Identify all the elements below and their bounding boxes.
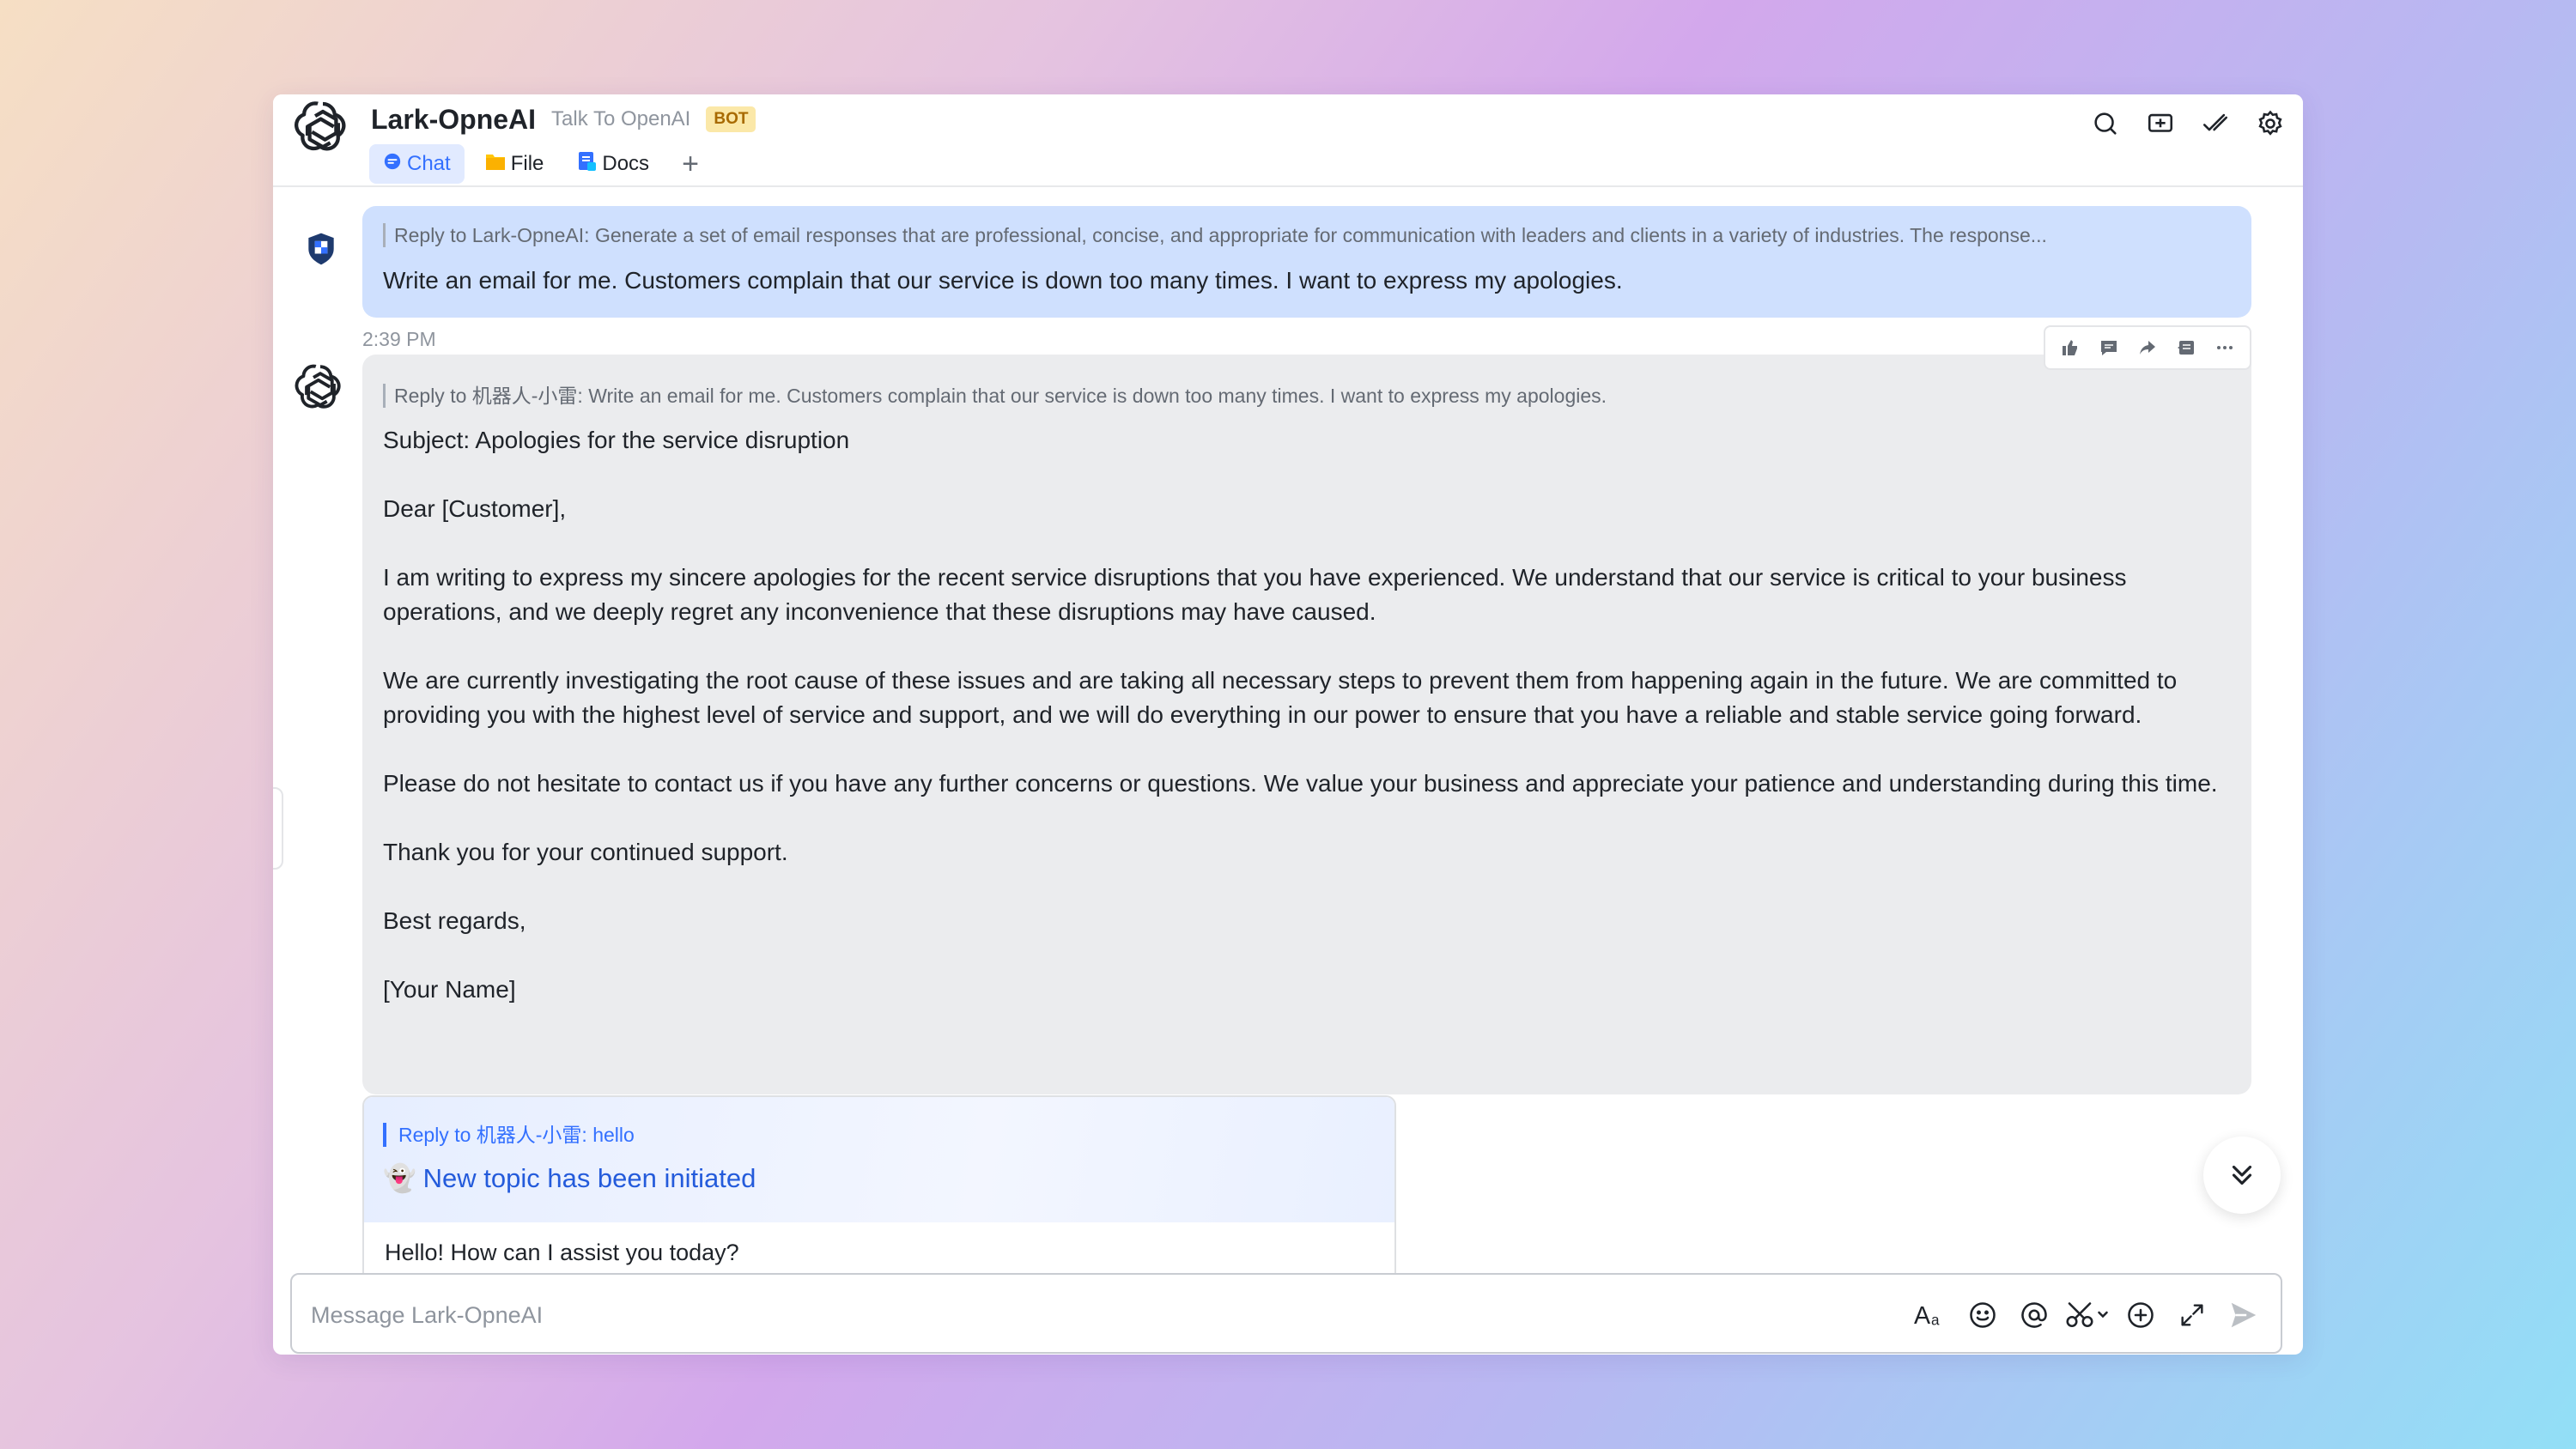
user-avatar[interactable] — [295, 223, 347, 275]
double-chevron-down-icon — [2232, 1165, 2252, 1185]
chat-title[interactable]: Lark-OpneAI — [371, 104, 536, 136]
message-list: Reply to Lark-OpneAI: Generate a set of … — [273, 189, 2303, 1355]
expand-icon — [2181, 1304, 2203, 1326]
chat-header: Lark-OpneAI Talk To OpenAI BOT Chat File — [273, 94, 2303, 187]
composer-tools: Aa — [1910, 1292, 2265, 1338]
text-format-icon: Aa — [1914, 1302, 1940, 1330]
email-signature: [Your Name] — [383, 976, 516, 1003]
mention-button[interactable] — [2013, 1292, 2056, 1338]
svg-text:A: A — [1914, 1302, 1930, 1330]
reply-quote[interactable]: Reply to 机器人-小雷: Write an email for me. … — [383, 384, 2231, 408]
user-message-text: Write an email for me. Customers complai… — [383, 267, 1623, 294]
email-closing: Best regards, — [383, 907, 526, 934]
add-circle-icon — [2128, 1302, 2154, 1328]
thumbs-up-icon — [2062, 340, 2077, 355]
ghost-emoji-icon: 👻 — [383, 1163, 416, 1193]
mark-done-button[interactable] — [2193, 101, 2238, 146]
email-paragraph: I am writing to express my sincere apolo… — [383, 564, 2127, 625]
openai-logo-avatar[interactable] — [289, 94, 357, 163]
new-chat-icon — [2148, 113, 2173, 132]
user-message-bubble[interactable]: Reply to Lark-OpneAI: Generate a set of … — [362, 206, 2251, 318]
emoji-button[interactable] — [1961, 1292, 2004, 1338]
send-button[interactable] — [2222, 1292, 2265, 1338]
message-timestamp: 2:39 PM — [362, 328, 436, 350]
chat-bubble-icon — [383, 152, 402, 177]
email-paragraph: Thank you for your continued support. — [383, 839, 788, 865]
settings-button[interactable] — [2248, 101, 2293, 146]
thumbs-up-button[interactable] — [2053, 330, 2087, 365]
card-header: Reply to 机器人-小雷: hello 👻 New topic has b… — [364, 1097, 1394, 1222]
header-tools — [2083, 101, 2293, 146]
folder-icon — [485, 152, 506, 177]
screenshot-scissors-icon — [2066, 1302, 2108, 1328]
quote-reply-button[interactable] — [2169, 330, 2203, 365]
add-tab-button[interactable]: + — [670, 144, 711, 184]
title-row: Lark-OpneAI Talk To OpenAI BOT — [371, 98, 756, 141]
openai-logo-icon — [295, 364, 341, 409]
comment-button[interactable] — [2092, 330, 2126, 365]
reply-quote[interactable]: Reply to Lark-OpneAI: Generate a set of … — [383, 223, 2231, 247]
expand-composer-button[interactable] — [2171, 1292, 2214, 1338]
scroll-to-bottom-button[interactable] — [2203, 1137, 2281, 1214]
text-format-button[interactable]: Aa — [1910, 1292, 1953, 1338]
bot-message-bubble[interactable]: Reply to 机器人-小雷: Write an email for me. … — [362, 355, 2251, 1094]
tab-file[interactable]: File — [471, 144, 558, 184]
sidebar-collapse-handle[interactable] — [273, 787, 283, 870]
comment-icon — [2100, 341, 2117, 355]
bot-avatar[interactable] — [290, 359, 350, 419]
message-input[interactable] — [311, 1294, 1771, 1337]
email-subject: Subject: Apologies for the service disru… — [383, 427, 850, 453]
more-button[interactable] — [2208, 330, 2242, 365]
openai-logo-icon — [294, 101, 346, 151]
search-button[interactable] — [2083, 101, 2128, 146]
chat-tabs: Chat File Docs + — [369, 144, 711, 184]
email-greeting: Dear [Customer], — [383, 495, 567, 522]
emoji-icon — [1970, 1302, 1996, 1328]
message-action-bar — [2044, 325, 2251, 370]
svg-text:a: a — [1931, 1311, 1940, 1328]
chat-subtitle: Talk To OpenAI — [551, 107, 691, 130]
chat-window: Lark-OpneAI Talk To OpenAI BOT Chat File — [273, 94, 2303, 1355]
search-icon — [2094, 112, 2117, 135]
tab-docs-label: Docs — [602, 152, 650, 175]
settings-icon — [2258, 110, 2282, 136]
new-chat-button[interactable] — [2138, 101, 2183, 146]
tab-chat-label: Chat — [407, 152, 451, 175]
quote-reply-icon — [2178, 341, 2195, 355]
tab-file-label: File — [510, 152, 544, 175]
message-composer: Aa — [290, 1273, 2282, 1354]
card-title-text: New topic has been initiated — [422, 1162, 756, 1193]
more-icon — [2217, 346, 2233, 349]
forward-button[interactable] — [2130, 330, 2165, 365]
bot-badge: BOT — [706, 106, 756, 132]
tab-chat[interactable]: Chat — [369, 144, 465, 184]
forward-icon — [2139, 341, 2155, 355]
screenshot-button[interactable] — [2064, 1292, 2111, 1338]
mention-icon — [2021, 1302, 2047, 1328]
add-attachment-button[interactable] — [2119, 1292, 2162, 1338]
email-paragraph: We are currently investigating the root … — [383, 667, 2178, 728]
card-title: 👻 New topic has been initiated — [383, 1162, 1376, 1194]
tab-docs[interactable]: Docs — [564, 144, 663, 184]
docs-icon — [578, 151, 597, 178]
card-reply-quote[interactable]: Reply to 机器人-小雷: hello — [383, 1123, 1376, 1147]
bot-message-body: Subject: Apologies for the service disru… — [383, 423, 2231, 1007]
send-icon — [2231, 1302, 2257, 1328]
check-done-icon — [2202, 113, 2228, 131]
email-paragraph: Please do not hesitate to contact us if … — [383, 770, 2218, 797]
